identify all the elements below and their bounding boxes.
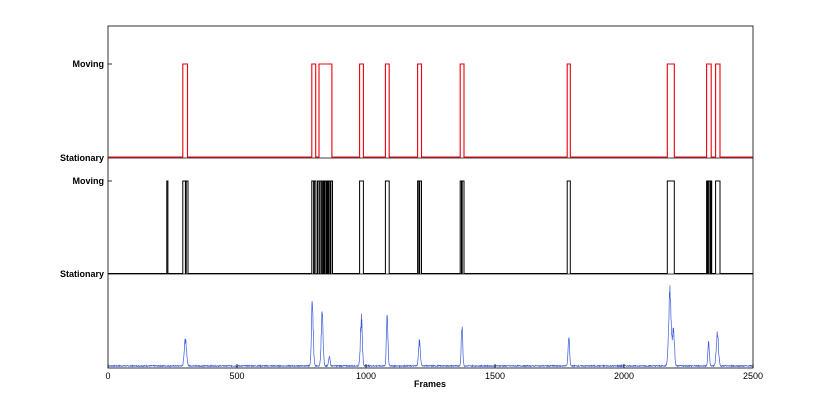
x-tick-label-1500: 1500: [485, 371, 505, 381]
middle-state-series-line: [108, 180, 753, 274]
x-tick-label-500: 500: [229, 371, 244, 381]
middle-panel-moving-label: Moving: [73, 176, 105, 186]
bottom-signal-series-line: [107, 285, 754, 368]
x-tick-label-2000: 2000: [614, 371, 634, 381]
chart-area: Moving Stationary Moving Stationary 0 500…: [0, 0, 830, 415]
x-axis-label: Frames: [414, 379, 446, 389]
x-tick-label-0: 0: [105, 371, 110, 381]
plot-frame: [107, 25, 754, 369]
top-state-series-line: [108, 63, 753, 158]
top-panel-moving-label: Moving: [73, 59, 105, 69]
top-panel-stationary-label: Stationary: [60, 153, 104, 163]
x-tick-label-1000: 1000: [356, 371, 376, 381]
x-tick-label-2500: 2500: [743, 371, 763, 381]
chart-svg: Moving Stationary Moving Stationary 0 500…: [60, 25, 763, 389]
middle-panel-stationary-label: Stationary: [60, 269, 104, 279]
